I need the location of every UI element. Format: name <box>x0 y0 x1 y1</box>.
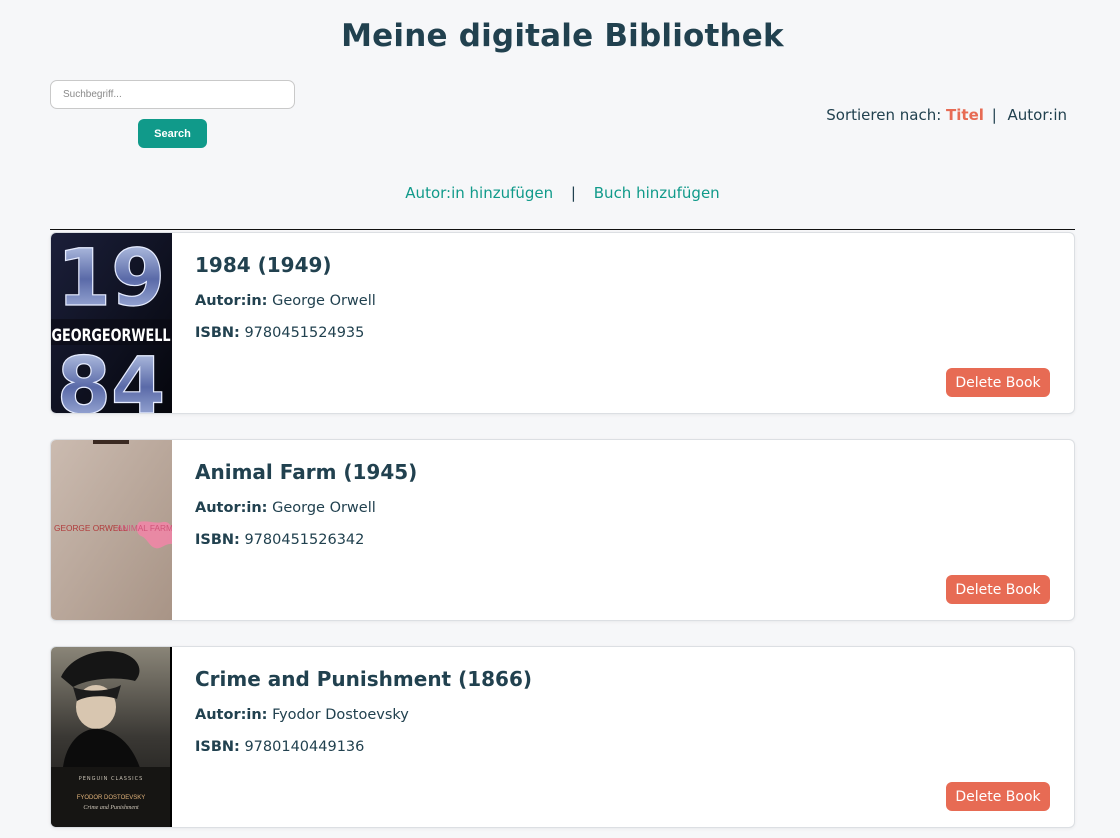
author-value: Fyodor Dostoevsky <box>272 707 409 723</box>
isbn-value: 9780451526342 <box>244 532 365 548</box>
cover-text-title: ANIMAL FARM <box>117 523 172 533</box>
cover-text-series: PENGUIN CLASSICS <box>79 776 144 782</box>
book-cover-image: PENGUIN CLASSICS FYODOR DOSTOEVSKY Crime… <box>51 647 172 827</box>
book-cover-image: GEORGE ORWELL ANIMAL FARM <box>51 440 172 620</box>
author-label: Autor:in: <box>195 707 268 723</box>
isbn-value: 9780140449136 <box>244 739 365 755</box>
book-title: Animal Farm (1945) <box>195 460 418 484</box>
action-separator: | <box>570 184 576 202</box>
isbn-label: ISBN: <box>195 739 240 755</box>
search-button[interactable]: Search <box>138 119 207 148</box>
isbn-value: 9780451524935 <box>244 325 365 341</box>
book-author: Autor:in: George Orwell <box>195 500 376 516</box>
book-isbn: ISBN: 9780140449136 <box>195 739 364 755</box>
author-label: Autor:in: <box>195 500 268 516</box>
cover-text-84: 84 <box>57 342 166 413</box>
book-author: Autor:in: George Orwell <box>195 293 376 309</box>
book-card: 19 GEORGEORWELL 84 1984 (1949) Autor:in:… <box>50 232 1075 414</box>
book-title: 1984 (1949) <box>195 253 332 277</box>
cover-text-19: 19 <box>57 234 166 324</box>
cover-text-author: FYODOR DOSTOEVSKY <box>77 795 146 801</box>
sort-label: Sortieren nach: <box>826 106 942 124</box>
book-title: Crime and Punishment (1866) <box>195 667 533 691</box>
book-isbn: ISBN: 9780451526342 <box>195 532 364 548</box>
isbn-label: ISBN: <box>195 532 240 548</box>
delete-book-button[interactable]: Delete Book <box>946 368 1050 397</box>
book-author: Autor:in: Fyodor Dostoevsky <box>195 707 409 723</box>
add-book-link[interactable]: Buch hinzufügen <box>594 184 720 202</box>
delete-book-button[interactable]: Delete Book <box>946 782 1050 811</box>
sort-by-title-link[interactable]: Titel <box>946 106 984 124</box>
author-label: Autor:in: <box>195 293 268 309</box>
book-card: PENGUIN CLASSICS FYODOR DOSTOEVSKY Crime… <box>50 646 1075 828</box>
delete-book-button[interactable]: Delete Book <box>946 575 1050 604</box>
book-card: GEORGE ORWELL ANIMAL FARM Animal Farm (1… <box>50 439 1075 621</box>
add-author-link[interactable]: Autor:in hinzufügen <box>405 184 553 202</box>
book-isbn: ISBN: 9780451524935 <box>195 325 364 341</box>
sort-by-author-link[interactable]: Autor:in <box>1008 106 1067 124</box>
sort-bar: Sortieren nach: Titel | Autor:in <box>826 106 1067 124</box>
cover-text-title: Crime and Punishment <box>83 805 139 811</box>
book-cover-image: 19 GEORGEORWELL 84 <box>51 233 172 413</box>
author-value: George Orwell <box>272 293 376 309</box>
isbn-label: ISBN: <box>195 325 240 341</box>
sort-separator: | <box>991 106 997 124</box>
action-links: Autor:in hinzufügen | Buch hinzufügen <box>0 184 1120 202</box>
page-title: Meine digitale Bibliothek <box>341 18 784 54</box>
divider <box>50 229 1075 230</box>
author-value: George Orwell <box>272 500 376 516</box>
search-input[interactable] <box>50 80 295 109</box>
